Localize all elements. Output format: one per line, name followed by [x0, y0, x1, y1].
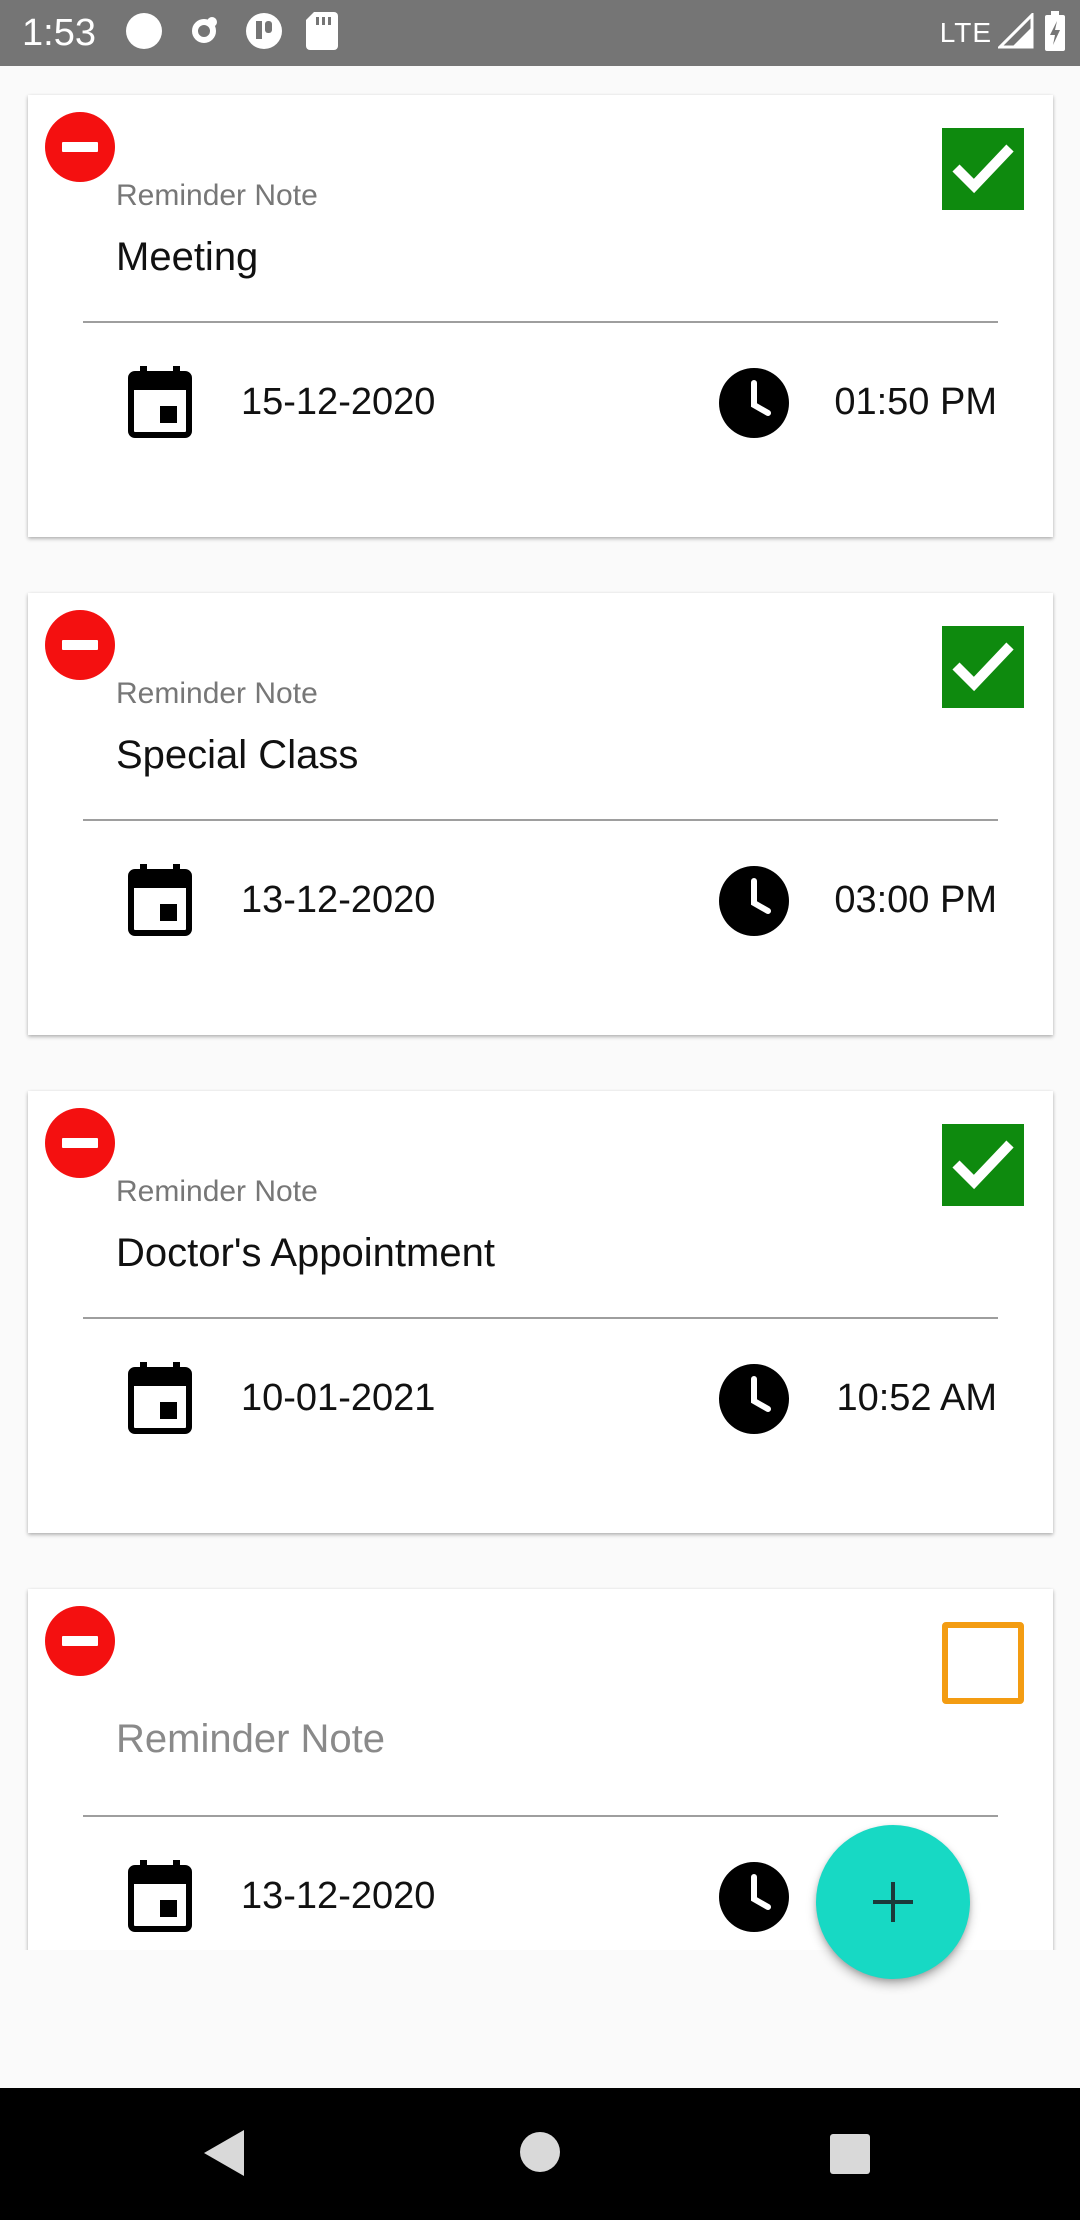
reminder-time[interactable]: 03:00 PM	[834, 879, 997, 922]
gear-icon	[186, 13, 222, 54]
reminder-time[interactable]: 01:50 PM	[834, 381, 997, 424]
remove-reminder-button[interactable]	[45, 1606, 115, 1676]
status-time: 1:53	[22, 12, 96, 54]
remove-reminder-button[interactable]	[45, 610, 115, 680]
status-notification-icons	[124, 11, 360, 56]
shield-icon	[244, 11, 284, 56]
reminder-date[interactable]: 15-12-2020	[241, 381, 435, 424]
minus-icon	[62, 1138, 98, 1148]
done-checkbox[interactable]	[942, 1622, 1024, 1704]
checkmark-icon	[952, 1140, 1014, 1190]
note-underline	[83, 1815, 998, 1817]
done-checkbox[interactable]	[942, 1124, 1024, 1206]
reminder-list[interactable]: Reminder Note Meeting 15-12-2020 01:50 P…	[0, 66, 1080, 1950]
minus-icon	[62, 142, 98, 152]
calendar-icon[interactable]	[128, 864, 192, 936]
reminder-note-input[interactable]: Special Class	[116, 733, 358, 778]
reminder-card: Reminder Note Doctor's Appointment 10-01…	[28, 1091, 1053, 1533]
reminder-note-input[interactable]: Meeting	[116, 235, 258, 280]
remove-reminder-button[interactable]	[45, 1108, 115, 1178]
status-system-icons: LTE	[939, 10, 1066, 56]
checkmark-icon	[952, 144, 1014, 194]
clock-icon[interactable]	[718, 1363, 790, 1435]
plus-icon	[873, 1882, 913, 1922]
done-checkbox[interactable]	[942, 626, 1024, 708]
minus-icon	[62, 640, 98, 650]
reminder-time[interactable]: 10:52 AM	[836, 1377, 997, 1420]
reminder-date[interactable]: 13-12-2020	[241, 879, 435, 922]
clock-icon[interactable]	[718, 367, 790, 439]
sd-card-icon	[306, 11, 338, 55]
home-icon[interactable]	[519, 2131, 561, 2173]
recents-icon[interactable]	[829, 2133, 871, 2175]
network-type: LTE	[939, 17, 992, 48]
reminder-card: Reminder Note Special Class 13-12-2020 0…	[28, 593, 1053, 1035]
battery-icon	[1044, 10, 1066, 56]
note-underline	[83, 1317, 998, 1319]
reminder-note-input[interactable]: Doctor's Appointment	[116, 1231, 495, 1276]
reminder-date[interactable]: 13-12-2020	[241, 1875, 435, 1918]
add-reminder-button[interactable]	[816, 1825, 970, 1979]
status-bar: 1:53 LTE	[0, 0, 1080, 66]
back-icon[interactable]	[202, 2128, 246, 2178]
reminder-note-label: Reminder Note	[116, 677, 318, 710]
reminder-note-label: Reminder Note	[116, 1175, 318, 1208]
calendar-icon[interactable]	[128, 366, 192, 438]
remove-reminder-button[interactable]	[45, 112, 115, 182]
calendar-icon[interactable]	[128, 1362, 192, 1434]
minus-icon	[62, 1636, 98, 1646]
clock-icon[interactable]	[718, 865, 790, 937]
signal-icon	[996, 10, 1034, 54]
reminder-note-label: Reminder Note	[116, 179, 318, 212]
checkmark-icon	[952, 642, 1014, 692]
navigation-bar	[0, 2088, 1080, 2220]
note-underline	[83, 321, 998, 323]
done-checkbox[interactable]	[942, 128, 1024, 210]
circle-icon	[124, 11, 164, 56]
clock-icon[interactable]	[718, 1861, 790, 1933]
note-underline	[83, 819, 998, 821]
reminder-card: Reminder Note Meeting 15-12-2020 01:50 P…	[28, 95, 1053, 537]
reminder-note-input[interactable]: Reminder Note	[116, 1717, 385, 1762]
calendar-icon[interactable]	[128, 1860, 192, 1932]
reminder-date[interactable]: 10-01-2021	[241, 1377, 435, 1420]
